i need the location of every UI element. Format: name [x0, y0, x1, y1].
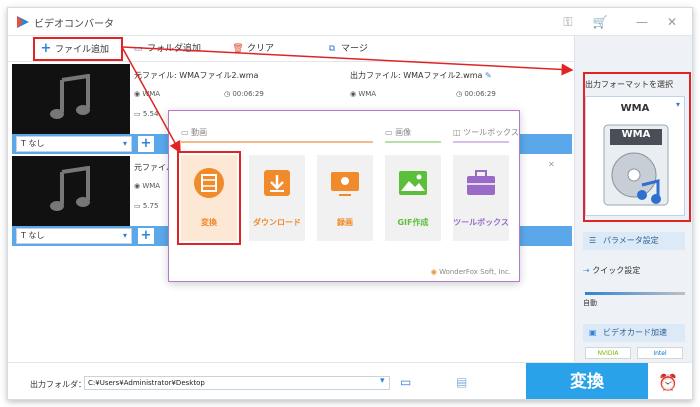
arrow-to-convert-tile	[121, 46, 181, 154]
arrow-to-format	[121, 46, 574, 76]
annotation-arrows	[121, 46, 574, 154]
